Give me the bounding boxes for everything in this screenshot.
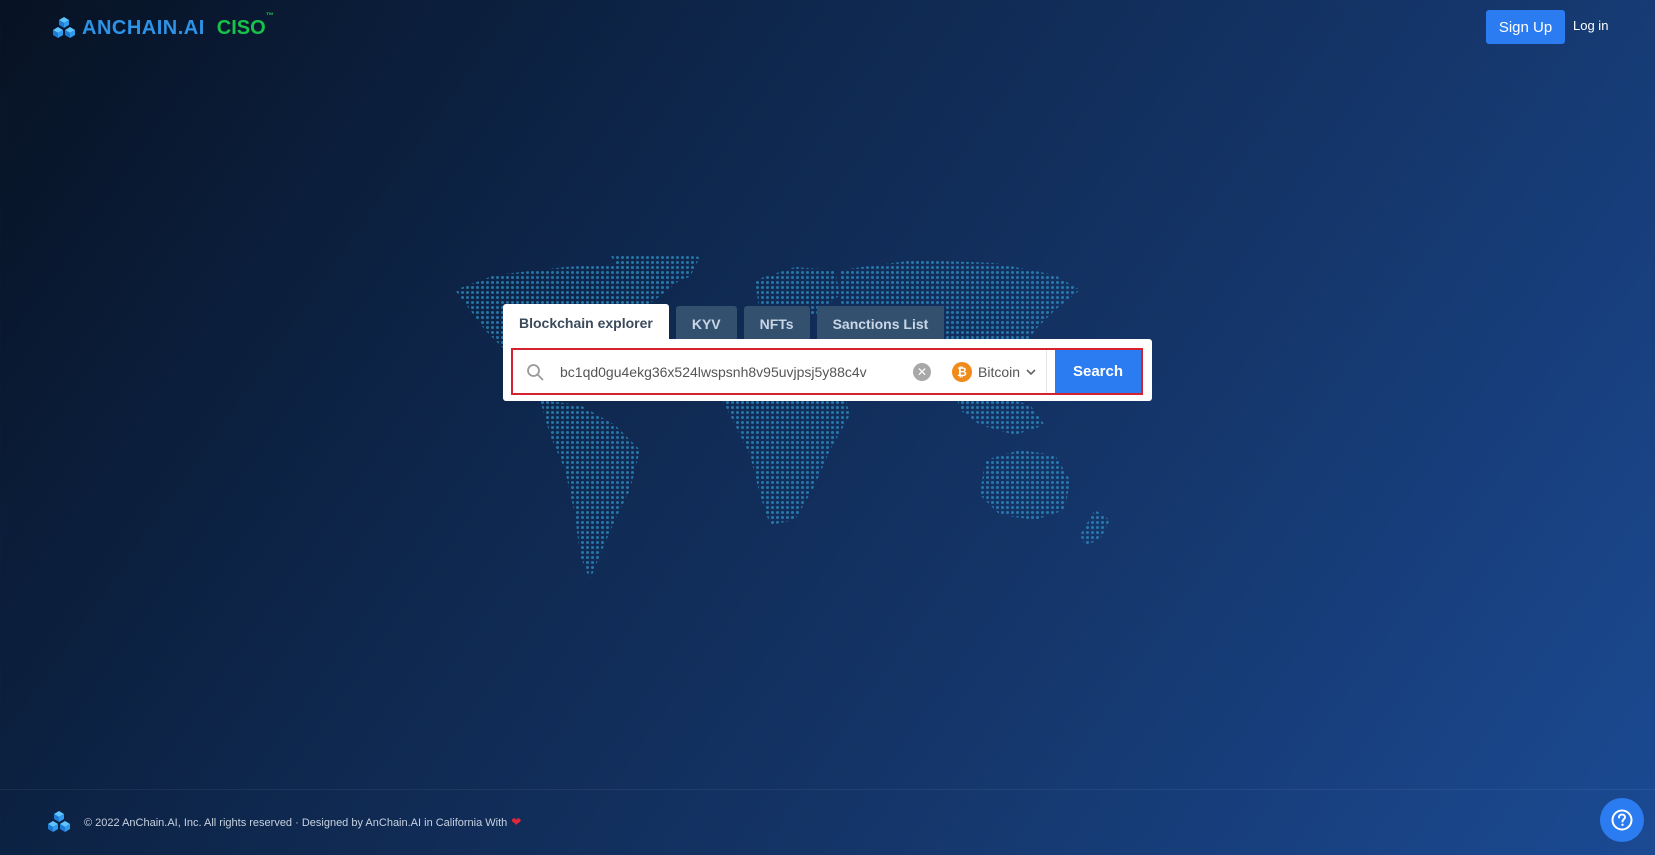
- chevron-down-icon: [1026, 368, 1036, 375]
- question-icon: [1611, 809, 1633, 831]
- search-tabs: Blockchain explorer KYV NFTs Sanctions L…: [503, 304, 945, 341]
- logo-trademark: ™: [265, 10, 274, 20]
- tab-kyv[interactable]: KYV: [675, 306, 737, 341]
- search-bar-highlight: bc1qd0gu4ekg36x524lwspsnh8v95uvjpsj5y88c…: [511, 348, 1143, 395]
- search-button[interactable]: Search: [1055, 350, 1141, 393]
- clear-icon[interactable]: ✕: [913, 362, 931, 381]
- search-input-wrapper[interactable]: bc1qd0gu4ekg36x524lwspsnh8v95uvjpsj5y88c…: [513, 350, 1047, 393]
- cube-logo-icon: [53, 17, 75, 38]
- chain-select-value: Bitcoin: [978, 363, 1021, 380]
- log-in-link[interactable]: Log in: [1573, 18, 1608, 33]
- tab-nfts[interactable]: NFTs: [743, 306, 810, 341]
- chain-select-dropdown[interactable]: ₿ Bitcoin: [952, 361, 1037, 382]
- search-icon: [527, 363, 544, 380]
- footer-copyright: © 2022 AnChain.AI, Inc. All rights reser…: [84, 815, 522, 829]
- brand-logo[interactable]: ANCHAIN.AI CISO™: [52, 10, 274, 40]
- cube-logo-icon: [48, 811, 70, 832]
- search-input[interactable]: bc1qd0gu4ekg36x524lwspsnh8v95uvjpsj5y88c…: [560, 364, 892, 380]
- footer: © 2022 AnChain.AI, Inc. All rights reser…: [0, 789, 1655, 855]
- bitcoin-icon: ₿: [952, 361, 972, 382]
- tab-sanctions-list[interactable]: Sanctions List: [816, 306, 945, 341]
- tab-blockchain-explorer[interactable]: Blockchain explorer: [503, 304, 669, 341]
- logo-product: CISO™: [216, 10, 274, 39]
- search-panel: bc1qd0gu4ekg36x524lwspsnh8v95uvjpsj5y88c…: [503, 339, 1152, 401]
- help-button[interactable]: [1600, 798, 1644, 842]
- sign-up-button[interactable]: Sign Up: [1486, 10, 1565, 44]
- heart-icon: ❤: [511, 815, 522, 829]
- logo-wordmark: ANCHAIN.AI: [82, 16, 205, 39]
